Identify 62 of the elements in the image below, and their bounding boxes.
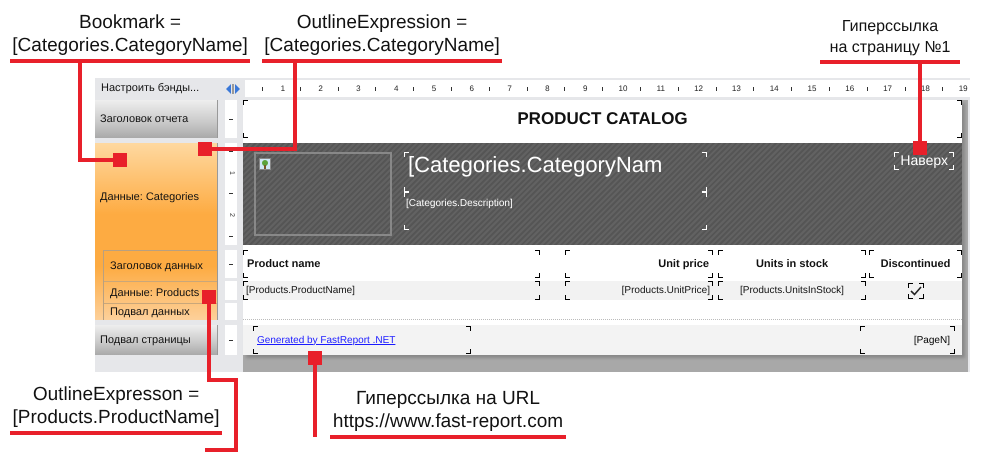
ruler-tick [450,86,452,90]
vertical-ruler-segment [225,303,237,320]
band-item[interactable]: Заголовок данных [104,251,217,282]
ruler-tick [640,86,641,90]
ruler-number: 19 [958,84,969,93]
configure-bands-button[interactable]: Настроить бэнды... [95,80,222,97]
ruler-number: 1 [280,84,286,93]
ruler-number: 3 [355,84,362,93]
ruler-number: 14 [768,84,780,93]
ruler-tick [300,86,301,90]
callout-label: Bookmark = [Categories.CategoryName] [10,11,250,63]
ruler-tick [229,118,233,120]
band-item[interactable]: Заголовок отчета [95,100,218,138]
ruler-number: 10 [618,84,628,93]
ruler-tick [262,86,263,90]
ruler-number: 8 [544,84,551,93]
table-cell: [Products.ProductName] [243,281,540,300]
ruler-number: 13 [730,84,742,93]
page-number-field: [PageN] [860,326,955,354]
callout-label: Гиперссылка на URL https://www.fast-report.com [330,387,566,439]
ruler-number: 5 [430,84,438,93]
ruler-tick [413,86,414,90]
callout-label: OutlineExpresson = [Products.ProductName] [10,383,222,435]
vertical-ruler-segment [225,281,237,300]
ruler-tick [866,86,868,90]
callout-label: Гиперссылка на страницу №1 [820,16,960,64]
ruler-number: 6 [468,84,475,93]
picture-icon [259,157,271,169]
column-header: Units in stock [718,250,866,278]
callout-label: OutlineExpression = [Categories.CategoryName] [262,11,502,63]
band-item[interactable]: Подвал страницы [95,325,218,355]
ruler-number: 9 [582,84,588,93]
ruler-tick [229,151,233,152]
column-header: Discontinued [869,250,962,278]
top-link[interactable]: Наверх [894,152,954,170]
ruler-number: 4 [392,84,400,93]
ruler-number: 17 [882,84,893,93]
ruler-tick [602,86,604,90]
ruler-number: 12 [693,84,704,93]
table-cell: [Products.UnitPrice] [565,281,713,300]
category-description-field: [Categories.Description] [404,192,707,230]
ruler-number: 11 [656,84,666,93]
ruler-number: 18 [920,84,931,93]
generated-by-link[interactable]: Generated by FastReport .NET [257,334,396,346]
ruler-number: 2 [317,84,324,93]
ruler-number: 16 [844,84,856,93]
category-name-field: [Categories.CategoryNam [404,152,707,192]
band-item[interactable]: Подвал данных [104,304,217,320]
checkbox[interactable] [908,282,924,298]
ruler-tick [229,236,233,237]
ruler-tick [488,86,490,90]
column-header: Product name [243,250,540,278]
ruler-number: 7 [506,84,513,93]
ruler-tick [828,86,830,90]
band-item[interactable]: Данные: Categories [95,143,217,250]
table-cell: [Products.UnitsInStock] [718,281,866,300]
report-title: PRODUCT CATALOG [517,109,688,129]
ruler-tick [678,86,679,90]
ruler-tick [791,86,792,90]
column-header: Unit price [565,250,713,278]
ruler-number: 15 [806,84,818,93]
ruler-tick [229,193,233,194]
